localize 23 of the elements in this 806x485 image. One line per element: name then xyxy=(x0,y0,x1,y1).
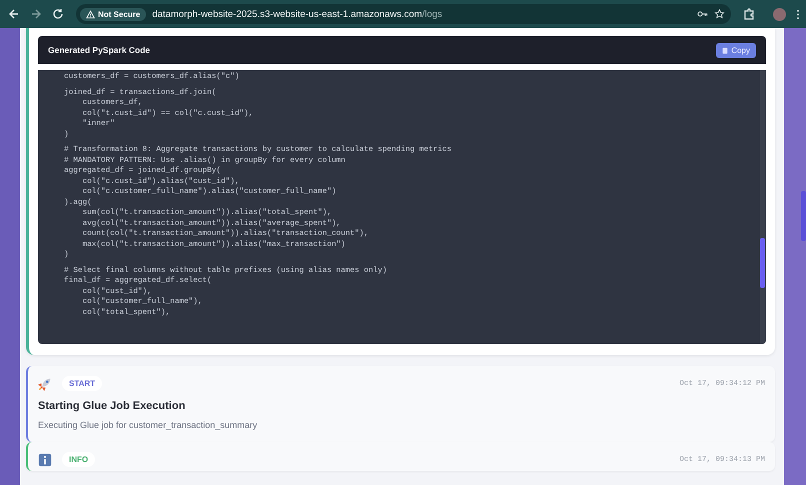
address-bar[interactable]: Not Secure datamorph-website-2025.s3-website-us-east-1.amazonaws.com/logs xyxy=(76,4,731,24)
page-scrollbar-thumb[interactable] xyxy=(801,191,806,241)
warning-icon xyxy=(86,10,95,18)
key-icon[interactable] xyxy=(697,9,708,19)
scrollbar-thumb[interactable] xyxy=(760,238,765,288)
entry-title: Starting Glue Job Execution xyxy=(38,400,186,412)
star-icon[interactable] xyxy=(714,9,725,19)
security-chip[interactable]: Not Secure xyxy=(80,8,146,20)
menu-icon[interactable] xyxy=(796,8,800,20)
code-title: Generated PySpark Code xyxy=(48,45,150,55)
clipboard-icon xyxy=(722,46,728,54)
security-label: Not Secure xyxy=(98,10,140,18)
level-badge: START xyxy=(62,376,102,391)
back-icon[interactable] xyxy=(8,8,20,20)
reload-icon[interactable] xyxy=(52,8,64,20)
rocket-icon xyxy=(38,376,52,390)
entry-message: Executing Glue job for customer_transaction_summary xyxy=(38,420,258,430)
forward-icon[interactable] xyxy=(30,8,42,20)
info-icon xyxy=(38,452,52,466)
level-badge: INFO xyxy=(62,452,96,467)
scrollbar[interactable] xyxy=(760,70,766,344)
url-text: datamorph-website-2025.s3-website-us-east-1.amazonaws.com/logs xyxy=(152,8,444,20)
puzzle-icon[interactable] xyxy=(743,8,755,20)
